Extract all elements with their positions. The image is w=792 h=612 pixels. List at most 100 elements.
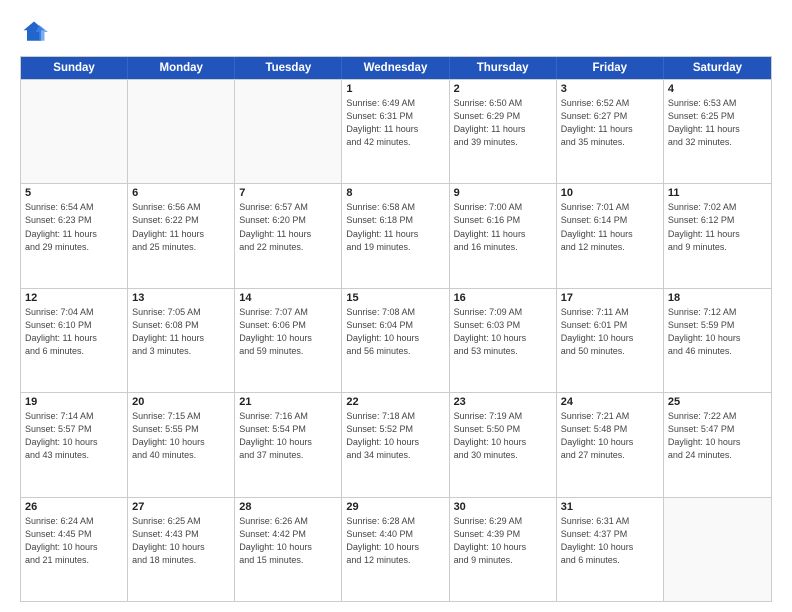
day-info: Sunrise: 7:12 AMSunset: 5:59 PMDaylight:… (668, 306, 767, 358)
calendar-cell: 1Sunrise: 6:49 AMSunset: 6:31 PMDaylight… (342, 80, 449, 183)
day-info: Sunrise: 6:29 AMSunset: 4:39 PMDaylight:… (454, 515, 552, 567)
day-number: 15 (346, 292, 444, 304)
calendar-cell: 19Sunrise: 7:14 AMSunset: 5:57 PMDayligh… (21, 393, 128, 496)
calendar-cell: 12 Sunrise: 7:04 AMSunset: 6:10 PMDayligh… (21, 289, 128, 392)
calendar-cell (664, 498, 771, 601)
calendar-cell: 28 Sunrise: 6:26 AMSunset: 4:42 PMDayligh… (235, 498, 342, 601)
day-number: 16 (454, 292, 552, 304)
day-number: 14 (239, 292, 337, 304)
day-info: Sunrise: 7:04 AMSunset: 6:10 PMDaylight:… (25, 306, 123, 358)
calendar-cell: 14 Sunrise: 7:07 AMSunset: 6:06 PMDayligh… (235, 289, 342, 392)
day-info: Sunrise: 7:07 AMSunset: 6:06 PMDaylight:… (239, 306, 337, 358)
day-number: 5 (25, 187, 123, 199)
day-info: Sunrise: 7:09 AMSunset: 6:03 PMDaylight:… (454, 306, 552, 358)
day-info: Sunrise: 6:24 AMSunset: 4:45 PMDaylight:… (25, 515, 123, 567)
calendar-cell (128, 80, 235, 183)
logo (20, 18, 52, 46)
calendar-cell: 15 Sunrise: 7:08 AMSunset: 6:04 PMDayligh… (342, 289, 449, 392)
day-info: Sunrise: 7:21 AMSunset: 5:48 PMDaylight:… (561, 410, 659, 462)
day-info: Sunrise: 6:26 AMSunset: 4:42 PMDaylight:… (239, 515, 337, 567)
calendar-cell: 13Sunrise: 7:05 AMSunset: 6:08 PMDayligh… (128, 289, 235, 392)
day-info: Sunrise: 7:15 AMSunset: 5:55 PMDaylight:… (132, 410, 230, 462)
day-number: 11 (668, 187, 767, 199)
day-number: 22 (346, 396, 444, 408)
calendar-cell: 4 Sunrise: 6:53 AMSunset: 6:25 PMDaylight… (664, 80, 771, 183)
day-info: Sunrise: 6:53 AMSunset: 6:25 PMDaylight:… (668, 97, 767, 149)
calendar-cell: 7 Sunrise: 6:57 AMSunset: 6:20 PMDaylight… (235, 184, 342, 287)
day-number: 21 (239, 396, 337, 408)
day-info: Sunrise: 6:31 AMSunset: 4:37 PMDaylight:… (561, 515, 659, 567)
day-number: 1 (346, 83, 444, 95)
day-number: 31 (561, 501, 659, 513)
logo-icon (20, 18, 48, 46)
calendar-cell: 9 Sunrise: 7:00 AMSunset: 6:16 PMDaylight… (450, 184, 557, 287)
calendar-row-5: 26Sunrise: 6:24 AMSunset: 4:45 PMDayligh… (21, 497, 771, 601)
calendar-cell: 20 Sunrise: 7:15 AMSunset: 5:55 PMDayligh… (128, 393, 235, 496)
day-info: Sunrise: 6:57 AMSunset: 6:20 PMDaylight:… (239, 201, 337, 253)
day-number: 8 (346, 187, 444, 199)
header-cell-monday: Monday (128, 57, 235, 79)
day-number: 6 (132, 187, 230, 199)
calendar-body: 1Sunrise: 6:49 AMSunset: 6:31 PMDaylight… (21, 79, 771, 601)
header-cell-tuesday: Tuesday (235, 57, 342, 79)
calendar-cell: 10 Sunrise: 7:01 AMSunset: 6:14 PMDayligh… (557, 184, 664, 287)
header-cell-sunday: Sunday (21, 57, 128, 79)
calendar-cell: 5 Sunrise: 6:54 AMSunset: 6:23 PMDaylight… (21, 184, 128, 287)
day-number: 24 (561, 396, 659, 408)
day-number: 27 (132, 501, 230, 513)
page: SundayMondayTuesdayWednesdayThursdayFrid… (0, 0, 792, 612)
calendar-cell: 11 Sunrise: 7:02 AMSunset: 6:12 PMDayligh… (664, 184, 771, 287)
day-number: 18 (668, 292, 767, 304)
day-info: Sunrise: 7:16 AMSunset: 5:54 PMDaylight:… (239, 410, 337, 462)
calendar-cell: 17Sunrise: 7:11 AMSunset: 6:01 PMDayligh… (557, 289, 664, 392)
day-number: 12 (25, 292, 123, 304)
calendar: SundayMondayTuesdayWednesdayThursdayFrid… (20, 56, 772, 602)
calendar-cell: 18 Sunrise: 7:12 AMSunset: 5:59 PMDayligh… (664, 289, 771, 392)
calendar-header-row: SundayMondayTuesdayWednesdayThursdayFrid… (21, 57, 771, 79)
calendar-cell: 16 Sunrise: 7:09 AMSunset: 6:03 PMDayligh… (450, 289, 557, 392)
day-info: Sunrise: 6:28 AMSunset: 4:40 PMDaylight:… (346, 515, 444, 567)
day-info: Sunrise: 6:56 AMSunset: 6:22 PMDaylight:… (132, 201, 230, 253)
calendar-row-1: 1Sunrise: 6:49 AMSunset: 6:31 PMDaylight… (21, 79, 771, 183)
day-number: 4 (668, 83, 767, 95)
header-cell-friday: Friday (557, 57, 664, 79)
day-info: Sunrise: 6:54 AMSunset: 6:23 PMDaylight:… (25, 201, 123, 253)
day-info: Sunrise: 6:52 AMSunset: 6:27 PMDaylight:… (561, 97, 659, 149)
day-number: 2 (454, 83, 552, 95)
day-info: Sunrise: 6:50 AMSunset: 6:29 PMDaylight:… (454, 97, 552, 149)
day-info: Sunrise: 7:00 AMSunset: 6:16 PMDaylight:… (454, 201, 552, 253)
calendar-cell (235, 80, 342, 183)
day-number: 20 (132, 396, 230, 408)
calendar-cell: 25Sunrise: 7:22 AMSunset: 5:47 PMDayligh… (664, 393, 771, 496)
calendar-cell: 8 Sunrise: 6:58 AMSunset: 6:18 PMDaylight… (342, 184, 449, 287)
header (20, 18, 772, 46)
calendar-cell: 6 Sunrise: 6:56 AMSunset: 6:22 PMDaylight… (128, 184, 235, 287)
day-number: 28 (239, 501, 337, 513)
day-number: 30 (454, 501, 552, 513)
day-number: 9 (454, 187, 552, 199)
calendar-cell: 2 Sunrise: 6:50 AMSunset: 6:29 PMDaylight… (450, 80, 557, 183)
header-cell-wednesday: Wednesday (342, 57, 449, 79)
calendar-row-2: 5 Sunrise: 6:54 AMSunset: 6:23 PMDaylight… (21, 183, 771, 287)
calendar-cell: 26Sunrise: 6:24 AMSunset: 4:45 PMDayligh… (21, 498, 128, 601)
day-number: 10 (561, 187, 659, 199)
day-info: Sunrise: 6:25 AMSunset: 4:43 PMDaylight:… (132, 515, 230, 567)
day-info: Sunrise: 7:08 AMSunset: 6:04 PMDaylight:… (346, 306, 444, 358)
calendar-cell (21, 80, 128, 183)
day-number: 7 (239, 187, 337, 199)
calendar-cell: 23Sunrise: 7:19 AMSunset: 5:50 PMDayligh… (450, 393, 557, 496)
day-info: Sunrise: 7:01 AMSunset: 6:14 PMDaylight:… (561, 201, 659, 253)
day-info: Sunrise: 7:02 AMSunset: 6:12 PMDaylight:… (668, 201, 767, 253)
day-info: Sunrise: 7:11 AMSunset: 6:01 PMDaylight:… (561, 306, 659, 358)
day-number: 25 (668, 396, 767, 408)
header-cell-thursday: Thursday (450, 57, 557, 79)
calendar-cell: 31 Sunrise: 6:31 AMSunset: 4:37 PMDayligh… (557, 498, 664, 601)
day-number: 13 (132, 292, 230, 304)
day-info: Sunrise: 6:58 AMSunset: 6:18 PMDaylight:… (346, 201, 444, 253)
day-number: 19 (25, 396, 123, 408)
header-cell-saturday: Saturday (664, 57, 771, 79)
day-number: 3 (561, 83, 659, 95)
calendar-cell: 3 Sunrise: 6:52 AMSunset: 6:27 PMDaylight… (557, 80, 664, 183)
calendar-cell: 24 Sunrise: 7:21 AMSunset: 5:48 PMDayligh… (557, 393, 664, 496)
calendar-cell: 29Sunrise: 6:28 AMSunset: 4:40 PMDayligh… (342, 498, 449, 601)
